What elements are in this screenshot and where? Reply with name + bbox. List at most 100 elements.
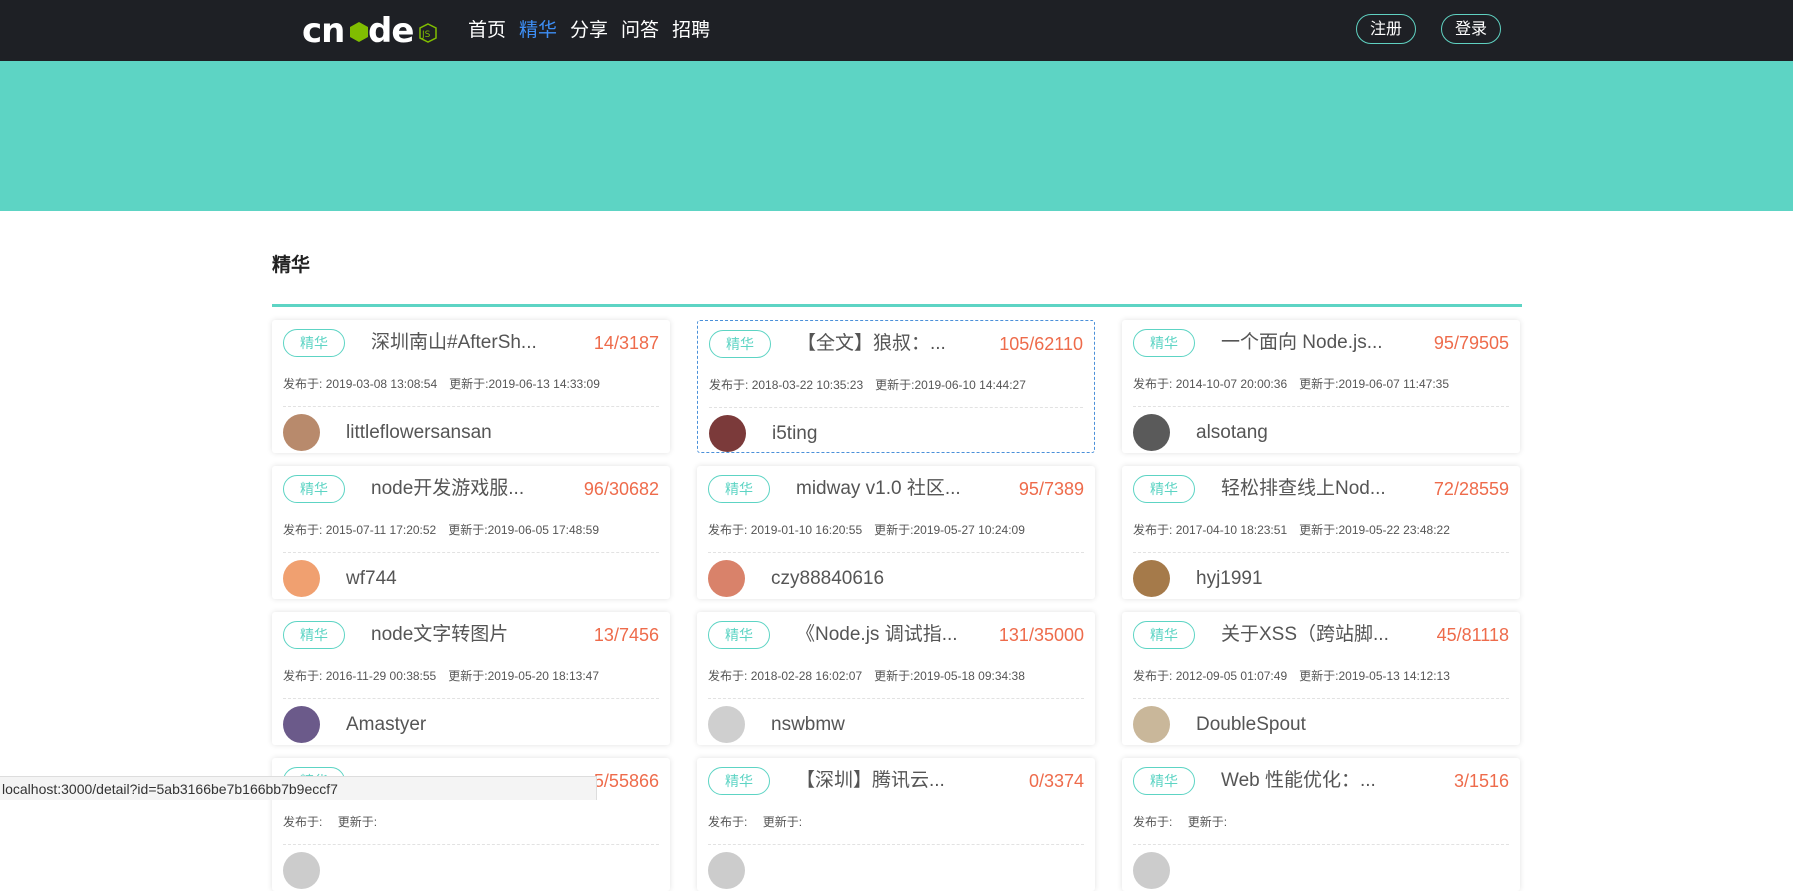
updated-time: 2019-05-20 18:13:47: [487, 669, 600, 683]
topic-title[interactable]: 一个面向 Node.js...: [1221, 329, 1411, 357]
published-label: 发布于:: [1133, 523, 1173, 537]
topic-title[interactable]: 深圳南山#AfterSh...: [371, 329, 561, 357]
author-name[interactable]: hyj1991: [1196, 565, 1263, 593]
author-avatar[interactable]: [1133, 706, 1170, 743]
topic-title[interactable]: node文字转图片: [371, 621, 561, 649]
nav-item-1[interactable]: 精华: [519, 18, 557, 44]
topic-title[interactable]: Web 性能优化：...: [1221, 767, 1411, 795]
published-label: 发布于:: [1133, 669, 1173, 683]
author-name[interactable]: littleflowersansan: [346, 419, 492, 447]
updated-label: 更新于:: [874, 669, 914, 683]
published-time: 2015-07-11 17:20:52: [325, 523, 437, 537]
reply-view-count: 95/79505: [1433, 333, 1509, 353]
card-divider: [708, 698, 1084, 699]
topic-dates: 发布于: 更新于:: [283, 813, 377, 830]
topic-card[interactable]: 精华 【深圳】腾讯云... 0/3374 发布于: 更新于:: [697, 758, 1095, 891]
topic-title[interactable]: midway v1.0 社区...: [796, 475, 986, 503]
author-name[interactable]: Amastyer: [346, 711, 426, 739]
updated-time: 2019-05-13 14:12:13: [1338, 669, 1450, 683]
updated-label: 更新于:: [874, 523, 914, 537]
topic-dates: 发布于: 2016-11-29 00:38:55 更新于:2019-05-20 1…: [283, 667, 599, 684]
author-avatar[interactable]: [708, 560, 745, 597]
topic-card[interactable]: 精华 关于XSS（跨站脚... 45/81118 发布于: 2012-09-05 01…: [1122, 612, 1520, 745]
published-label: 发布于:: [708, 815, 748, 829]
topic-card[interactable]: 精华 midway v1.0 社区... 95/7389 发布于: 2019-01-1…: [697, 466, 1095, 599]
author-avatar[interactable]: [283, 560, 320, 597]
topic-title[interactable]: 轻松排查线上Nod...: [1221, 475, 1411, 503]
author-avatar[interactable]: [708, 852, 745, 889]
topic-card[interactable]: 精华 一个面向 Node.js... 95/79505 发布于: 2014-10-07…: [1122, 320, 1520, 453]
topic-dates: 发布于: 更新于:: [708, 813, 802, 830]
published-label: 发布于:: [283, 377, 323, 391]
essence-tag: 精华: [283, 621, 345, 649]
topic-card[interactable]: 精华 【全文】狼叔：... 105/62110 发布于: 2018-03-22 10:…: [697, 320, 1095, 453]
hero-banner: [0, 61, 1793, 211]
author-avatar[interactable]: [283, 852, 320, 889]
login-button[interactable]: 登录: [1441, 14, 1502, 44]
author-avatar[interactable]: [1133, 852, 1170, 889]
cnode-logo-icon[interactable]: cn de JS: [302, 8, 438, 52]
card-divider: [1133, 406, 1509, 407]
card-divider: [1133, 844, 1509, 845]
author-avatar[interactable]: [283, 414, 320, 451]
topic-card[interactable]: 精华 Web 性能优化：... 3/1516 发布于: 更新于:: [1122, 758, 1520, 891]
topic-card[interactable]: 精华 深圳南山#AfterSh... 14/3187 发布于: 2019-03-08 …: [272, 320, 670, 453]
updated-time: 2019-06-05 17:48:59: [487, 523, 600, 537]
topic-card[interactable]: 精华 node文字转图片 13/7456 发布于: 2016-11-29 00:38:…: [272, 612, 670, 745]
published-label: 发布于:: [708, 669, 748, 683]
updated-label: 更新于:: [448, 523, 488, 537]
author-name[interactable]: alsotang: [1196, 419, 1268, 447]
updated-label: 更新于:: [1299, 523, 1339, 537]
published-time: 2018-03-22 10:35:23: [751, 378, 864, 392]
topic-title[interactable]: 【全文】狼叔：...: [797, 330, 987, 358]
author-avatar[interactable]: [1133, 560, 1170, 597]
published-time: 2014-10-07 20:00:36: [1175, 377, 1288, 391]
author-avatar[interactable]: [709, 415, 746, 452]
topic-dates: 发布于: 2019-03-08 13:08:54 更新于:2019-06-13 1…: [283, 375, 600, 392]
reply-view-count: 105/62110: [999, 334, 1083, 354]
topic-title[interactable]: 关于XSS（跨站脚...: [1221, 621, 1411, 649]
topic-title[interactable]: 《Node.js 调试指...: [796, 621, 986, 649]
nav-item-0[interactable]: 首页: [468, 18, 506, 44]
updated-time: 2019-05-22 23:48:22: [1338, 523, 1450, 537]
author-avatar[interactable]: [708, 706, 745, 743]
card-divider: [283, 552, 659, 553]
topic-dates: 发布于: 2014-10-07 20:00:36 更新于:2019-06-07 1…: [1133, 375, 1449, 392]
essence-tag: 精华: [1133, 475, 1195, 503]
topic-card[interactable]: 精华 node开发游戏服... 96/30682 发布于: 2015-07-11 17…: [272, 466, 670, 599]
topic-dates: 发布于: 2012-09-05 01:07:49 更新于:2019-05-13 1…: [1133, 667, 1450, 684]
topic-dates: 发布于: 2018-03-22 10:35:23 更新于:2019-06-10 1…: [709, 376, 1026, 393]
register-button[interactable]: 注册: [1356, 14, 1417, 44]
author-name[interactable]: wf744: [346, 565, 397, 593]
top-header: cn de JS 首页 精华 分享 问答 招聘 注册 登录: [0, 0, 1793, 61]
author-name[interactable]: czy88840616: [771, 565, 884, 593]
author-avatar[interactable]: [283, 706, 320, 743]
updated-label: 更新于:: [1187, 815, 1228, 829]
updated-label: 更新于:: [875, 378, 915, 392]
topic-title[interactable]: 【深圳】腾讯云...: [796, 767, 986, 795]
author-name[interactable]: i5ting: [772, 420, 817, 448]
reply-view-count: 95/7389: [1018, 479, 1084, 499]
essence-tag: 精华: [283, 475, 345, 503]
updated-label: 更新于:: [448, 669, 488, 683]
updated-label: 更新于:: [1299, 377, 1339, 391]
published-label: 发布于:: [283, 669, 323, 683]
card-divider: [1133, 698, 1509, 699]
updated-time: 2019-06-10 14:44:27: [914, 378, 1026, 392]
topic-card[interactable]: 精华 《Node.js 调试指... 131/35000 发布于: 2018-02-2…: [697, 612, 1095, 745]
topic-title[interactable]: node开发游戏服...: [371, 475, 561, 503]
card-divider: [283, 844, 659, 845]
author-name[interactable]: DoubleSpout: [1196, 711, 1306, 739]
essence-tag: 精华: [1133, 767, 1195, 795]
topic-card[interactable]: 精华 轻松排查线上Nod... 72/28559 发布于: 2017-04-10 18…: [1122, 466, 1520, 599]
essence-tag: 精华: [1133, 329, 1195, 357]
published-time: 2019-03-08 13:08:54: [325, 377, 438, 391]
author-avatar[interactable]: [1133, 414, 1170, 451]
nav-item-4[interactable]: 招聘: [672, 18, 710, 44]
updated-label: 更新于:: [762, 815, 803, 829]
nav-item-2[interactable]: 分享: [570, 18, 608, 44]
nav-item-3[interactable]: 问答: [621, 18, 659, 44]
published-time: 2019-01-10 16:20:55: [750, 523, 863, 537]
author-name[interactable]: nswbmw: [771, 711, 845, 739]
svg-text:de: de: [368, 11, 413, 51]
